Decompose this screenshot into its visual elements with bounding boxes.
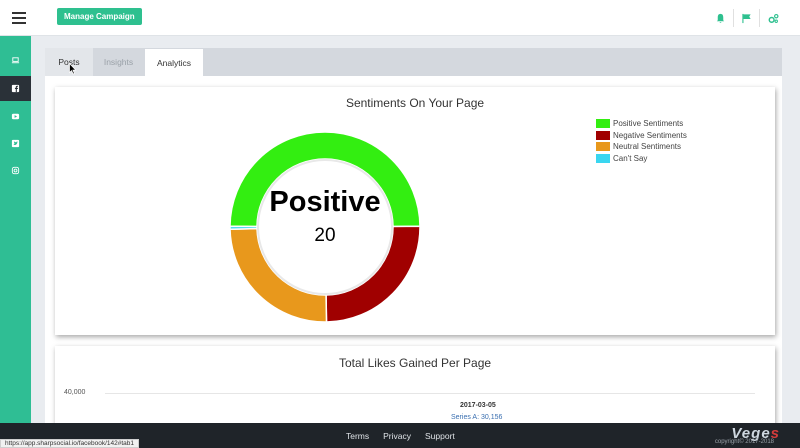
legend-item-cant-say[interactable]: Can't Say <box>596 153 687 164</box>
footer-link-terms[interactable]: Terms <box>346 431 369 441</box>
tooltip-series-value: Series A: 30,156 <box>451 414 503 421</box>
cogs-icon[interactable] <box>760 9 786 27</box>
sidebar-item-instagram[interactable] <box>0 158 31 183</box>
youtube-icon <box>11 113 20 120</box>
sidebar-item-youtube[interactable] <box>0 104 31 129</box>
footer-link-support[interactable]: Support <box>425 431 455 441</box>
flag-icon[interactable] <box>734 9 760 27</box>
footer-links: Terms Privacy Support <box>346 423 455 448</box>
legend-item-positive[interactable]: Positive Sentiments <box>596 118 687 129</box>
likes-chart-title: Total Likes Gained Per Page <box>338 356 492 370</box>
facebook-icon <box>11 84 20 93</box>
sentiments-legend: Positive Sentiments Negative Sentiments … <box>596 118 687 164</box>
legend-swatch <box>596 119 610 128</box>
tab-analytics[interactable]: Analytics <box>144 48 204 76</box>
top-bar: Manage Campaign <box>0 0 800 36</box>
tooltip-date: 2017-03-05 <box>460 402 496 409</box>
legend-item-neutral[interactable]: Neutral Sentiments <box>596 141 687 152</box>
donut-slice-cant-say[interactable] <box>229 225 258 230</box>
sidebar-item-twitter[interactable] <box>0 131 31 156</box>
tab-insights[interactable]: Insights <box>93 48 144 76</box>
legend-swatch <box>596 142 610 151</box>
legend-item-negative[interactable]: Negative Sentiments <box>596 130 687 141</box>
legend-label: Can't Say <box>613 153 648 163</box>
instagram-icon <box>11 166 20 175</box>
sentiments-card: Sentiments On Your Page Positive 20 Posi… <box>55 87 775 335</box>
hamburger-menu-icon[interactable] <box>10 9 28 25</box>
legend-label: Positive Sentiments <box>613 119 684 128</box>
sidebar-item-facebook[interactable] <box>0 76 31 101</box>
mouse-cursor-icon <box>69 63 77 75</box>
donut-center-value: 20 <box>314 225 336 246</box>
legend-swatch <box>596 153 610 163</box>
twitter-icon <box>11 139 20 148</box>
sidebar-item-laptop[interactable] <box>0 48 31 73</box>
legend-swatch <box>596 130 610 140</box>
manage-campaign-button[interactable]: Manage Campaign <box>57 8 142 25</box>
gridline <box>105 393 755 394</box>
top-icons <box>708 9 786 27</box>
footer-link-privacy[interactable]: Privacy <box>383 431 411 441</box>
sidebar <box>0 36 31 423</box>
legend-label: Negative Sentiments <box>613 130 687 140</box>
laptop-icon <box>11 57 20 64</box>
legend-label: Neutral Sentiments <box>613 142 682 151</box>
copyright-text: copyright© 2017-2018 <box>714 439 774 445</box>
bell-icon[interactable] <box>708 9 734 27</box>
tab-bar: Posts Insights Analytics <box>45 48 782 76</box>
status-bar-url: https://app.sharpsocial.io/facebook/142#… <box>0 439 140 448</box>
donut-center-label: Positive <box>269 186 381 218</box>
y-tick-label: 40,000 <box>64 389 86 396</box>
